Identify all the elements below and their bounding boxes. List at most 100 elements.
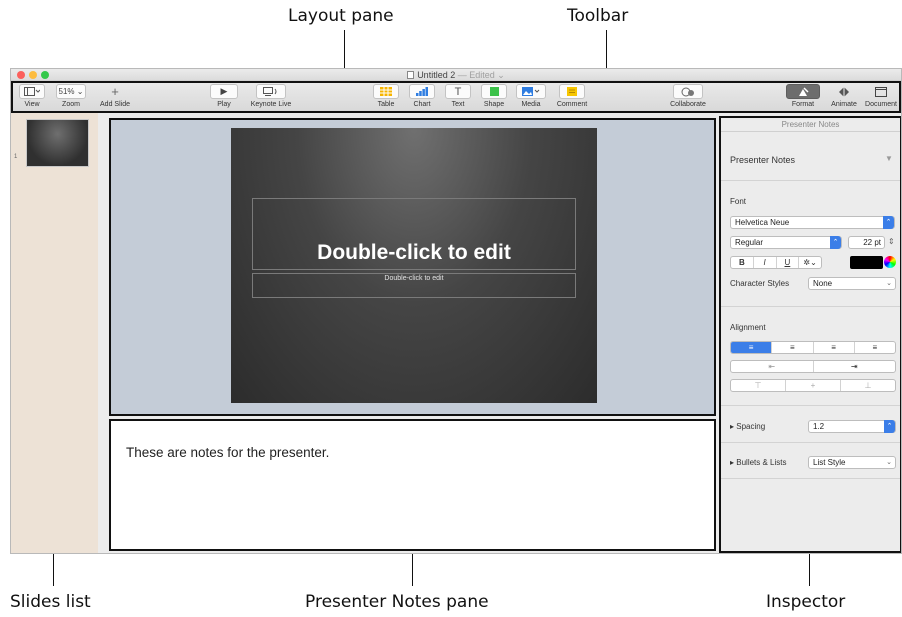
font-size-field[interactable]: 22 pt (848, 236, 885, 249)
callout-layout-pane: Layout pane (288, 6, 394, 26)
text-color-well[interactable] (850, 256, 883, 269)
divider (721, 442, 900, 443)
color-wheel-icon[interactable] (884, 256, 896, 268)
chevron-down-icon: ⌄ (886, 459, 892, 466)
zoom-button[interactable]: 51% ⌄ Zoom (53, 84, 89, 108)
indent-buttons: ⇤ ⇥ (730, 360, 896, 373)
collaborate-button[interactable]: Collaborate (663, 84, 713, 108)
bold-button[interactable]: B (731, 257, 754, 268)
character-styles-popup[interactable]: None ⌄ (808, 277, 896, 290)
media-label: Media (521, 101, 541, 108)
comment-icon (559, 84, 585, 99)
keynote-live-label: Keynote Live (250, 101, 292, 108)
animate-label: Animate (831, 101, 857, 108)
slide-title[interactable]: Double-click to edit (231, 241, 597, 265)
animate-icon (827, 84, 861, 99)
character-styles-label: Character Styles (730, 279, 790, 288)
vertical-alignment-buttons: ⊤ + ⊥ (730, 379, 896, 392)
shape-button[interactable]: Shape (479, 84, 509, 108)
comment-button[interactable]: Comment (553, 84, 591, 108)
font-family-value: Helvetica Neue (735, 218, 790, 227)
list-style-value: List Style (813, 458, 846, 467)
character-styles-value: None (813, 279, 833, 288)
spacing-label: Spacing (736, 422, 766, 431)
shape-label: Shape (483, 101, 505, 108)
chart-button[interactable]: Chart (407, 84, 437, 108)
align-right-icon[interactable]: ≡ (814, 342, 855, 353)
format-button[interactable]: Format (783, 84, 823, 108)
chevron-down-icon: ⌄ (886, 280, 892, 287)
bullets-label: Bullets & Lists (736, 458, 787, 467)
underline-button[interactable]: U (777, 257, 800, 268)
text-button[interactable]: T Text (443, 84, 473, 108)
popup-arrows-icon: ⌃ (830, 236, 841, 249)
italic-button[interactable]: I (754, 257, 777, 268)
play-button[interactable]: ▶ Play (209, 84, 239, 108)
zoom-label: Zoom (62, 101, 80, 108)
zoom-value: 51% ⌄ (56, 84, 86, 99)
inspector-tab-header[interactable]: Presenter Notes (721, 118, 900, 132)
sidebar-view-icon (19, 84, 45, 99)
animate-button[interactable]: Animate (824, 84, 864, 108)
format-brush-icon (786, 84, 820, 99)
alignment-buttons: ≡ ≡ ≡ ≡ (730, 341, 896, 354)
table-icon (373, 84, 399, 99)
slides-list: 1 (11, 113, 98, 553)
spacing-popup[interactable]: 1.2 ⌃ (808, 420, 896, 433)
media-button[interactable]: Media (515, 84, 547, 108)
increase-indent-icon[interactable]: ⇥ (814, 361, 896, 372)
align-top-icon[interactable]: ⊤ (731, 380, 786, 391)
inspector: Presenter Notes Presenter Notes ▼ Font H… (719, 116, 901, 553)
decrease-indent-icon[interactable]: ⇤ (731, 361, 814, 372)
stepper-icon[interactable]: ⇕ (888, 237, 895, 246)
keynote-live-button[interactable]: Keynote Live (245, 84, 297, 108)
table-button[interactable]: Table (371, 84, 401, 108)
table-label: Table (377, 101, 395, 108)
text-style-buttons: B I U ✲⌄ (730, 256, 822, 269)
list-style-popup[interactable]: List Style ⌄ (808, 456, 896, 469)
document-title[interactable]: Untitled 2 — Edited ⌄ (11, 69, 901, 81)
align-middle-icon[interactable]: + (786, 380, 841, 391)
align-justify-icon[interactable]: ≡ (855, 342, 895, 353)
divider (721, 478, 900, 479)
presenter-notes-text[interactable]: These are notes for the presenter. (126, 445, 329, 460)
popup-arrows-icon: ⌃ (883, 216, 894, 229)
view-button[interactable]: View (17, 84, 47, 108)
paragraph-style-name[interactable]: Presenter Notes (730, 155, 795, 165)
view-label: View (24, 101, 40, 108)
collaborate-icon (673, 84, 703, 99)
document-icon (407, 71, 415, 79)
collaborate-label: Collaborate (670, 101, 706, 108)
divider (721, 180, 900, 181)
format-label: Format (791, 101, 815, 108)
spacing-toggle[interactable]: ▸ Spacing (730, 422, 765, 431)
font-style-popup[interactable]: Regular ⌃ (730, 236, 842, 249)
shape-icon (481, 84, 507, 99)
edited-status: — Edited ⌄ (457, 70, 505, 80)
media-icon (516, 84, 546, 99)
callout-slides-list: Slides list (10, 592, 91, 612)
popup-arrows-icon: ⌃ (884, 420, 895, 433)
document-label: Document (865, 101, 897, 108)
slide-canvas[interactable]: Double-click to edit Double-click to edi… (231, 128, 597, 403)
presenter-notes-pane[interactable]: These are notes for the presenter. (109, 419, 716, 551)
comment-label: Comment (556, 101, 588, 108)
bullets-toggle[interactable]: ▸ Bullets & Lists (730, 458, 787, 467)
font-family-popup[interactable]: Helvetica Neue ⌃ (730, 216, 895, 229)
add-slide-button[interactable]: + Add Slide (95, 84, 135, 108)
align-bottom-icon[interactable]: ⊥ (841, 380, 895, 391)
callout-presenter-notes-pane: Presenter Notes pane (305, 592, 489, 612)
document-button[interactable]: Document (861, 84, 901, 108)
slide-subtitle[interactable]: Double-click to edit (231, 275, 597, 282)
align-left-icon[interactable]: ≡ (731, 342, 773, 353)
layout-pane: Double-click to edit Double-click to edi… (109, 118, 716, 416)
align-center-icon[interactable]: ≡ (772, 342, 814, 353)
callout-inspector: Inspector (766, 592, 846, 612)
keynote-window: Untitled 2 — Edited ⌄ View 51% ⌄ Zoom + … (10, 68, 902, 554)
spacing-value: 1.2 (813, 422, 825, 431)
chart-icon (409, 84, 435, 99)
chevron-down-icon[interactable]: ▼ (885, 154, 893, 163)
keynote-live-icon (256, 84, 286, 99)
text-options-gear-icon[interactable]: ✲⌄ (799, 257, 821, 268)
slide-thumbnail[interactable] (26, 119, 89, 167)
